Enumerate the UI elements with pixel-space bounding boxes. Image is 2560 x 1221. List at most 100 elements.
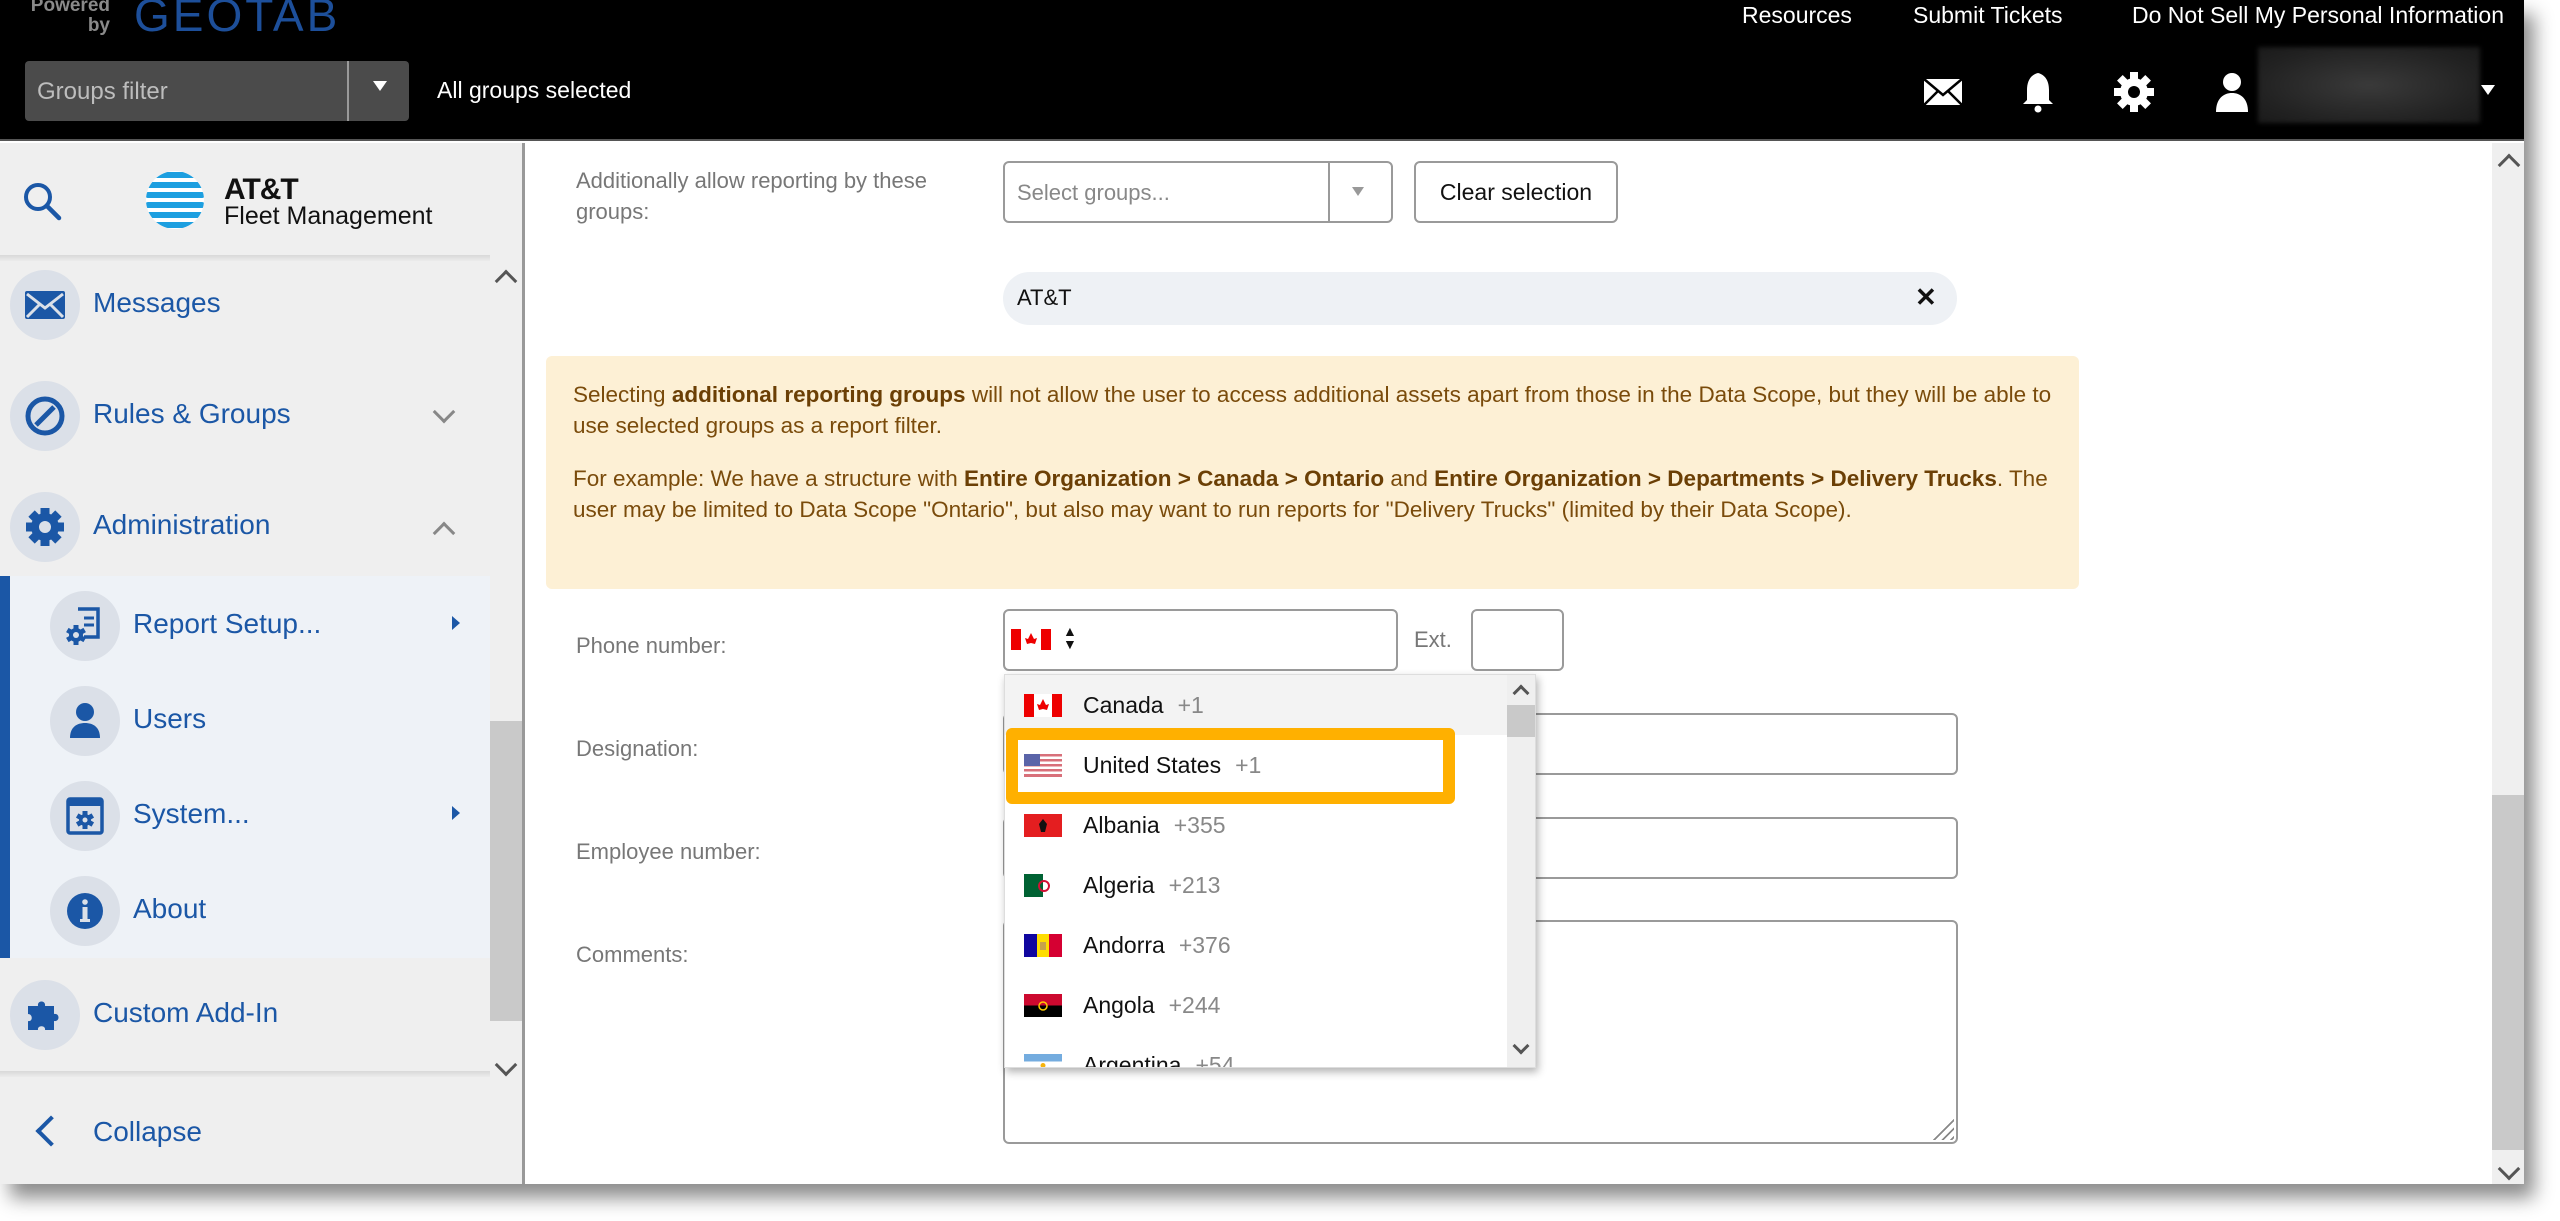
att-globe-logo-icon [146,171,204,229]
country-spinner-icon[interactable]: ▲ ▼ [1063,624,1077,651]
designation-label: Designation: [576,736,699,761]
select-groups-dropdown[interactable]: Select groups... [1003,161,1393,223]
caret-down-icon[interactable] [1352,187,1364,196]
sidebar-scroll-thumb[interactable] [490,721,522,1021]
bell-icon[interactable] [2016,70,2060,114]
scroll-down-icon[interactable] [494,1053,518,1077]
divider [347,61,349,121]
albania-flag-icon [1024,814,1062,837]
country-code: +355 [1173,812,1226,838]
sidebar: AT&T Fleet Management Messages Rules & G… [0,143,525,1184]
sidebar-item-label: Rules & Groups [93,398,291,429]
argentina-flag-icon [1024,1054,1062,1067]
country-option-algeria[interactable]: Algeria +213 [1005,855,1507,915]
user-menu-caret-icon[interactable] [2481,85,2495,95]
sidebar-item-report-setup[interactable]: Report Setup... [0,578,490,670]
sidebar-item-custom-addin[interactable]: Custom Add-In [0,969,490,1059]
user-icon [70,703,100,738]
app-window: Powered by GEOTAB Groups filter All grou… [0,0,2524,1184]
nav-icon-circle [10,492,80,562]
system-icon [66,797,104,835]
country-option-argentina[interactable]: Argentina +54 [1005,1035,1507,1067]
caret-down-icon[interactable] [373,81,387,91]
nav-icon-circle [50,781,120,851]
country-option-andorra[interactable]: Andorra +376 [1005,915,1507,975]
extension-input[interactable] [1471,609,1564,671]
clear-selection-button[interactable]: Clear selection [1414,161,1618,223]
us-flag-icon [1024,754,1062,777]
nav-icon-circle [50,876,120,946]
chevron-down-icon[interactable] [432,400,456,424]
mail-icon [25,291,65,319]
scroll-up-icon[interactable] [1512,684,1530,702]
scroll-up-icon[interactable] [2497,153,2521,177]
chevron-up-icon[interactable] [432,521,456,545]
sidebar-item-system[interactable]: System... [0,768,490,860]
canada-flag-icon[interactable] [1011,629,1051,650]
nav-icon-circle [50,591,120,661]
main-scrollbar[interactable] [2492,143,2524,1184]
sidebar-scrollbar[interactable] [490,255,522,1085]
powered-by-label: Powered by [30,0,110,36]
country-option-albania[interactable]: Albania +355 [1005,795,1507,855]
country-name: Albania +355 [1083,812,1226,838]
groups-filter-placeholder: Groups filter [37,78,168,105]
resources-link[interactable]: Resources [1742,2,1852,29]
country-code: +213 [1168,872,1221,898]
notice-paragraph-2: For example: We have a structure with En… [573,466,2048,522]
country-name: Argentina +54 [1083,1052,1234,1067]
do-not-sell-link[interactable]: Do Not Sell My Personal Information [2132,2,2504,29]
chip-label: AT&T [1017,285,1072,310]
country-option-united-states[interactable]: United States +1 [1005,735,1507,795]
sidebar-item-label: Custom Add-In [93,997,279,1028]
country-name: United States +1 [1083,752,1262,778]
submit-tickets-link[interactable]: Submit Tickets [1913,2,2063,29]
gear-icon[interactable] [2112,70,2156,114]
remove-chip-icon[interactable]: ✕ [1915,282,1937,313]
country-dropdown-list: Canada+1 United States+1 Albania+355 [1004,674,1536,1068]
groups-filter-dropdown[interactable]: Groups filter [25,61,409,121]
main-content: Additionally allow reporting by these gr… [528,143,2524,1184]
search-icon[interactable] [20,179,64,223]
collapse-button[interactable]: Collapse [0,1098,490,1168]
reporting-groups-label: Additionally allow reporting by these gr… [576,168,927,224]
collapse-label: Collapse [93,1116,202,1147]
phone-number-input[interactable]: ▲ ▼ [1003,609,1398,671]
country-option-angola[interactable]: Angola +244 [1005,975,1507,1035]
select-groups-placeholder: Select groups... [1017,180,1170,205]
selected-group-chip: AT&T ✕ [1003,272,1957,325]
sidebar-item-administration[interactable]: Administration [0,481,490,571]
user-name-redacted[interactable] [2258,47,2480,123]
user-icon[interactable] [2210,70,2254,114]
dropdown-scrollbar[interactable] [1507,675,1535,1067]
canada-flag-icon [1024,694,1062,717]
scroll-down-icon[interactable] [1512,1037,1530,1055]
country-option-canada[interactable]: Canada +1 [1005,675,1507,735]
country-code: +1 [1235,752,1262,778]
nav-icon-circle [10,980,80,1050]
resize-handle-icon[interactable] [1932,1118,1954,1140]
sidebar-item-label: Users [133,703,207,734]
submenu-arrow-icon [452,806,460,820]
sidebar-item-about[interactable]: About [0,863,490,955]
submenu-arrow-icon [452,616,460,630]
ext-label: Ext. [1414,627,1452,652]
sidebar-item-messages[interactable]: Messages [0,259,490,349]
puzzle-icon [28,1001,59,1030]
nav-icon-circle [10,270,80,340]
main-scroll-thumb[interactable] [2492,795,2524,1150]
dropdown-scroll-thumb[interactable] [1507,705,1535,737]
sidebar-item-users[interactable]: Users [0,673,490,765]
country-name: Algeria +213 [1083,872,1221,898]
notice-paragraph-1: Selecting additional reporting groups wi… [573,382,2052,438]
phone-label: Phone number: [576,633,727,658]
mail-icon[interactable] [1921,70,1965,114]
scroll-down-icon[interactable] [2497,1157,2521,1181]
info-icon [67,893,103,929]
sidebar-item-label: Administration [93,509,271,540]
report-setup-icon [66,607,100,645]
scroll-up-icon[interactable] [494,269,518,293]
sidebar-item-label: Messages [93,287,221,318]
country-code: +1 [1177,692,1204,718]
sidebar-item-rules-groups[interactable]: Rules & Groups [0,370,490,460]
